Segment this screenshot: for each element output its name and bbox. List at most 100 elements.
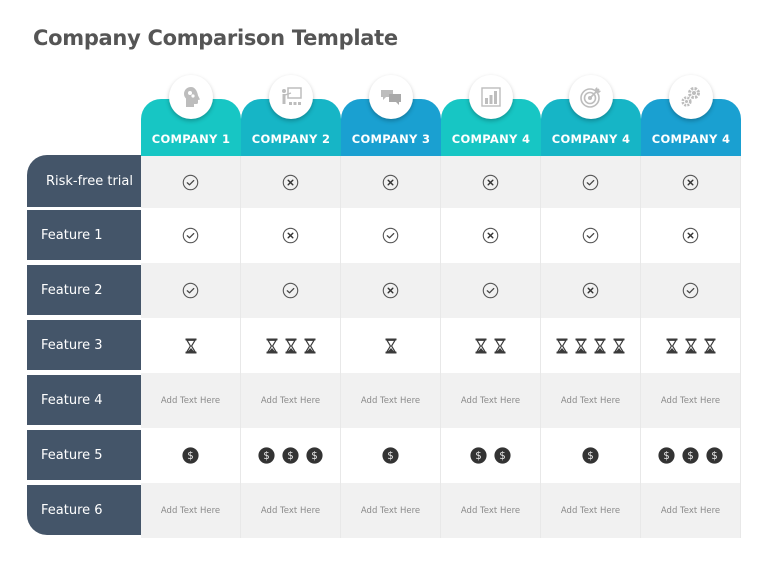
cell-placeholder-text[interactable]: Add Text Here <box>461 396 520 406</box>
table-cell: Add Text Here <box>641 483 741 538</box>
table-cell <box>141 263 241 318</box>
table-cell <box>441 263 541 318</box>
svg-text:$: $ <box>287 451 293 462</box>
hourglass-icon <box>304 338 316 354</box>
x-circle-icon <box>682 174 699 191</box>
company-icon-badge <box>369 75 413 119</box>
table-cell <box>541 208 641 263</box>
table-cell <box>341 156 441 208</box>
cell-placeholder-text[interactable]: Add Text Here <box>361 506 420 516</box>
page-title: Company Comparison Template <box>33 26 398 50</box>
table-cell <box>641 208 741 263</box>
table-cell <box>541 318 641 373</box>
dollar-coin-icon: $ <box>306 447 323 464</box>
gears-icon <box>679 85 703 109</box>
table-cell <box>641 156 741 208</box>
row-label: Feature 4 <box>27 375 141 425</box>
row-label-text: Feature 5 <box>41 447 103 463</box>
dollar-coin-icon: $ <box>282 447 299 464</box>
hourglass-icon <box>494 338 506 354</box>
dollar-coin-icon: $ <box>182 447 199 464</box>
table-cell <box>141 156 241 208</box>
cell-placeholder-text[interactable]: Add Text Here <box>561 506 620 516</box>
table-cell <box>641 263 741 318</box>
table-cell: Add Text Here <box>141 373 241 428</box>
x-circle-icon <box>382 174 399 191</box>
table-cell: $ $ <box>441 428 541 483</box>
x-circle-icon <box>582 282 599 299</box>
company-tab: COMPANY 1 <box>141 75 241 154</box>
svg-text:$: $ <box>387 451 393 462</box>
table-cell <box>141 208 241 263</box>
cell-placeholder-text[interactable]: Add Text Here <box>461 506 520 516</box>
x-circle-icon <box>282 174 299 191</box>
svg-text:$: $ <box>663 451 669 462</box>
cell-placeholder-text[interactable]: Add Text Here <box>261 396 320 406</box>
table-cell <box>341 318 441 373</box>
cell-placeholder-text[interactable]: Add Text Here <box>361 396 420 406</box>
company-tab: COMPANY 2 <box>241 75 341 154</box>
x-circle-icon <box>482 174 499 191</box>
cell-placeholder-text[interactable]: Add Text Here <box>261 506 320 516</box>
x-circle-icon <box>282 227 299 244</box>
row-label-text: Feature 4 <box>41 392 103 408</box>
dollar-coin-icon: $ <box>658 447 675 464</box>
company-tab: COMPANY 4 <box>641 75 741 154</box>
dollar-coin-icon: $ <box>682 447 699 464</box>
dollar-coin-icon: $ <box>582 447 599 464</box>
row-label-text: Feature 1 <box>41 227 103 243</box>
hourglass-icon <box>475 338 487 354</box>
x-circle-icon <box>382 282 399 299</box>
hourglass-icon <box>613 338 625 354</box>
company-icon-badge <box>669 75 713 119</box>
row-label: Feature 6 <box>27 485 141 535</box>
check-circle-icon <box>482 282 499 299</box>
table-cell: Add Text Here <box>241 373 341 428</box>
hourglass-icon <box>385 338 397 354</box>
svg-text:$: $ <box>687 451 693 462</box>
svg-text:$: $ <box>263 451 269 462</box>
table-cell: $ $ $ <box>241 428 341 483</box>
svg-text:$: $ <box>311 451 317 462</box>
check-circle-icon <box>582 227 599 244</box>
company-label: COMPANY 4 <box>651 132 731 146</box>
cell-placeholder-text[interactable]: Add Text Here <box>161 506 220 516</box>
svg-text:$: $ <box>475 451 481 462</box>
table-cell <box>641 318 741 373</box>
row-label: Feature 2 <box>27 265 141 315</box>
row-label: Feature 5 <box>27 430 141 480</box>
hourglass-icon <box>594 338 606 354</box>
check-circle-icon <box>182 227 199 244</box>
table-cell <box>441 208 541 263</box>
table-cell <box>241 263 341 318</box>
table-cell <box>541 156 641 208</box>
row-label-text: Feature 6 <box>41 502 103 518</box>
hourglass-icon <box>685 338 697 354</box>
check-circle-icon <box>582 174 599 191</box>
company-label: COMPANY 4 <box>451 132 531 146</box>
hourglass-icon <box>285 338 297 354</box>
svg-text:$: $ <box>187 451 193 462</box>
hourglass-icon <box>704 338 716 354</box>
cell-placeholder-text[interactable]: Add Text Here <box>161 396 220 406</box>
x-circle-icon <box>482 227 499 244</box>
table-cell: $ <box>141 428 241 483</box>
hourglass-icon <box>556 338 568 354</box>
head-gears-icon <box>179 85 203 109</box>
company-icon-badge <box>269 75 313 119</box>
check-circle-icon <box>182 174 199 191</box>
table-cell: Add Text Here <box>241 483 341 538</box>
dollar-coin-icon: $ <box>382 447 399 464</box>
cell-placeholder-text[interactable]: Add Text Here <box>661 396 720 406</box>
hourglass-icon <box>266 338 278 354</box>
table-cell: $ $ $ <box>641 428 741 483</box>
table-cell: Add Text Here <box>141 483 241 538</box>
dollar-coin-icon: $ <box>706 447 723 464</box>
table-cell: Add Text Here <box>341 373 441 428</box>
check-circle-icon <box>282 282 299 299</box>
target-icon <box>579 85 603 109</box>
row-label-text: Feature 2 <box>41 282 103 298</box>
cell-placeholder-text[interactable]: Add Text Here <box>561 396 620 406</box>
cell-placeholder-text[interactable]: Add Text Here <box>661 506 720 516</box>
svg-text:$: $ <box>587 451 593 462</box>
